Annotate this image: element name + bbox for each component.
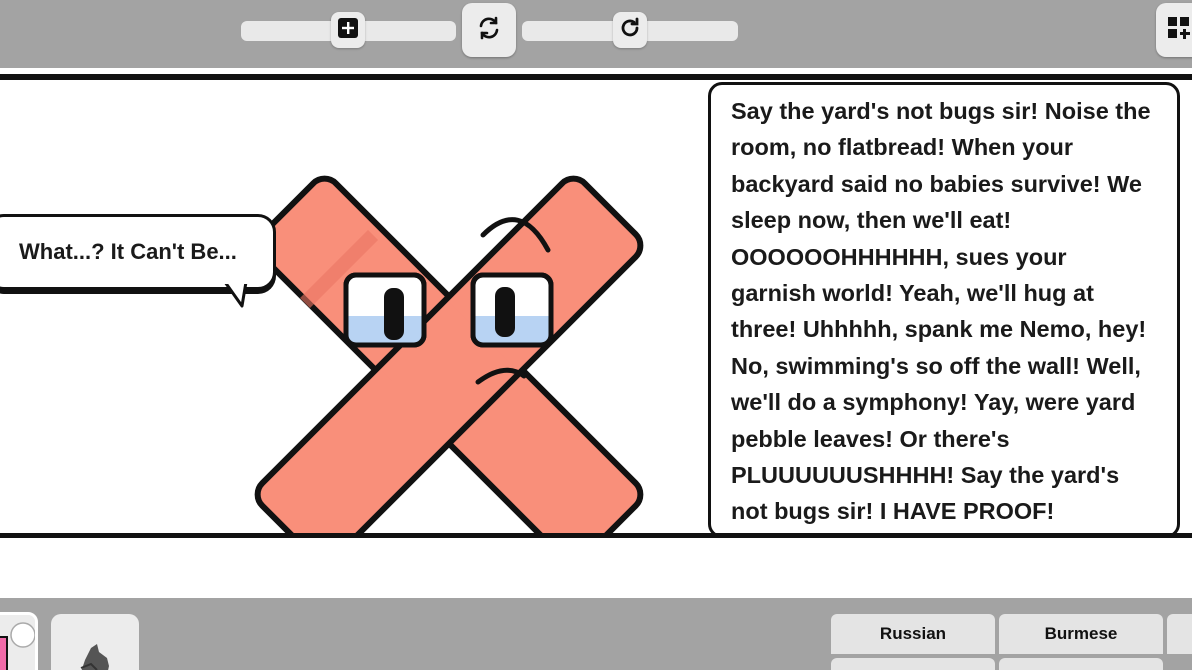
top-toolbar bbox=[0, 0, 1192, 68]
reload-button[interactable] bbox=[613, 12, 647, 48]
x-character bbox=[254, 175, 644, 533]
lyric-line: we'll do a symphony! Yay, were yard bbox=[731, 389, 1136, 416]
lyric-line: garnish world! Yeah, we'll hug at bbox=[731, 280, 1094, 307]
lyric-line: PLUUUUUUSHHHH! Say the yard's bbox=[731, 462, 1120, 489]
grid-button[interactable] bbox=[1156, 3, 1192, 57]
character-scene bbox=[0, 80, 708, 533]
lyric-line: OOOOOOHHHHHH, sues your bbox=[731, 243, 1067, 270]
language-tab-russian[interactable]: Russian bbox=[831, 614, 995, 654]
lyric-line: three! Uhhhhh, spank me Nemo, hey! bbox=[731, 316, 1147, 343]
refresh-cycle-icon bbox=[476, 15, 502, 45]
swap-button[interactable] bbox=[462, 3, 516, 57]
lyrics-text: Say the yard's not bugs sir! Noise the r… bbox=[731, 93, 1159, 530]
lyric-line: room, no flatbread! When your bbox=[731, 134, 1074, 161]
language-tab-row2-b[interactable] bbox=[999, 658, 1163, 670]
lyrics-panel: Say the yard's not bugs sir! Noise the r… bbox=[708, 82, 1180, 533]
lyric-line: not bugs sir! I HAVE PROOF! bbox=[731, 498, 1055, 525]
rotate-clockwise-icon bbox=[618, 16, 642, 44]
lyric-line: Say the yard's not bugs sir! Noise the bbox=[731, 98, 1151, 124]
lyric-line: pebble leaves! Or there's bbox=[731, 425, 1010, 452]
lyric-line: backyard said no babies survive! We bbox=[731, 170, 1142, 197]
add-button[interactable] bbox=[331, 12, 365, 48]
plus-icon bbox=[338, 18, 358, 42]
right-eye bbox=[470, 272, 554, 348]
language-tab-row2-a[interactable] bbox=[831, 658, 995, 670]
stage-panel: What...? It Can't Be... Say the yard's n… bbox=[0, 74, 1192, 538]
character-card-pink[interactable] bbox=[0, 612, 38, 670]
left-eye bbox=[343, 272, 427, 348]
speech-bubble-text: What...? It Can't Be... bbox=[19, 239, 237, 264]
bottom-bar: Russian Burmese bbox=[0, 598, 1192, 670]
grid-add-icon bbox=[1167, 16, 1191, 44]
language-tab-burmese[interactable]: Burmese bbox=[999, 614, 1163, 654]
lyric-line: sleep now, then we'll eat! bbox=[731, 207, 1012, 234]
language-tab-next[interactable] bbox=[1167, 614, 1192, 654]
speech-bubble-tail bbox=[222, 278, 252, 308]
lyric-line: No, swimming's so off the wall! Well, bbox=[731, 352, 1141, 379]
character-card-dark[interactable] bbox=[51, 614, 139, 670]
